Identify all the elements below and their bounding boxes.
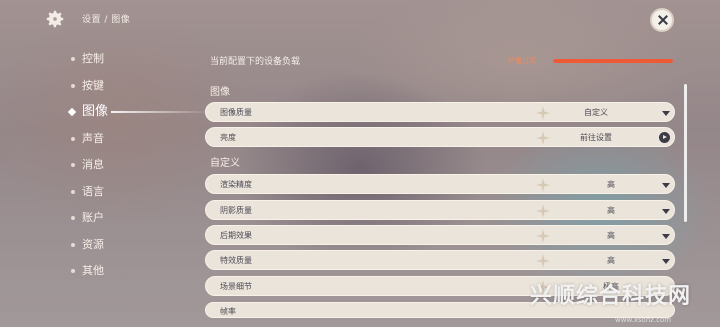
watermark-url: www.xsohz.com	[615, 316, 672, 324]
bullet-icon	[71, 83, 75, 88]
sidebar-item-resources[interactable]: 资源	[66, 232, 176, 259]
sidebar-item-label: 控制	[82, 52, 104, 65]
setting-label: 亮度	[220, 133, 236, 142]
setting-label: 图像质量	[220, 108, 252, 117]
diamond-icon	[67, 107, 77, 117]
setting-value: 高	[607, 256, 615, 265]
setting-value: 自定义	[584, 108, 608, 117]
sparkle-icon	[536, 229, 550, 243]
sidebar-nav: 控制 按键 图像 声音 消息 语言 账户 资源 其他	[66, 46, 211, 285]
sidebar-item-label: 资源	[82, 237, 104, 251]
section-graphics-heading: 图像	[210, 87, 230, 98]
sparkle-icon	[536, 178, 550, 192]
sparkle-icon	[536, 106, 550, 120]
sidebar-item-label: 声音	[82, 131, 104, 145]
sidebar-item-account[interactable]: 账户	[66, 205, 176, 232]
setting-label: 渲染精度	[220, 180, 252, 189]
gear-icon	[46, 10, 64, 28]
setting-value: 前往设置	[580, 133, 612, 142]
device-load-title: 当前配置下的设备负载	[210, 57, 301, 67]
sparkle-icon	[536, 204, 550, 218]
sidebar-item-label: 账户	[82, 211, 104, 224]
sidebar-item-graphics[interactable]: 图像	[66, 99, 211, 126]
sidebar-item-label: 图像	[82, 104, 109, 119]
sparkle-icon	[536, 131, 550, 145]
bullet-icon	[71, 269, 75, 273]
chevron-down-icon	[662, 111, 670, 116]
section-custom-heading: 自定义	[210, 158, 240, 169]
breadcrumb: 设置 / 图像	[82, 15, 131, 25]
device-load-status: 严重过高	[508, 57, 536, 65]
bullet-icon	[71, 136, 75, 141]
bullet-icon	[71, 242, 75, 247]
device-load-bar	[553, 59, 673, 63]
active-indicator	[111, 111, 211, 113]
bullet-icon	[71, 216, 75, 220]
chevron-down-icon	[662, 183, 670, 188]
sidebar-item-other[interactable]: 其他	[66, 258, 176, 285]
sidebar-item-language[interactable]: 语言	[66, 179, 176, 206]
setting-label: 帧率	[220, 307, 236, 316]
sidebar-item-label: 其他	[82, 264, 104, 277]
sidebar-item-keys[interactable]: 按键	[66, 73, 176, 100]
setting-label: 后期效果	[220, 231, 252, 240]
sidebar-item-controls[interactable]: 控制	[66, 46, 176, 73]
setting-label: 场景细节	[220, 282, 252, 291]
sidebar-item-label: 消息	[82, 158, 104, 171]
sparkle-icon	[536, 254, 550, 268]
device-load-fill	[553, 59, 673, 63]
setting-label: 阴影质量	[220, 206, 252, 215]
setting-row-image-quality[interactable]: 图像质量 自定义	[205, 102, 675, 122]
sidebar-item-messages[interactable]: 消息	[66, 152, 176, 179]
sidebar-item-label: 按键	[82, 78, 104, 92]
close-icon[interactable]	[650, 8, 674, 32]
top-bar: 设置 / 图像	[0, 0, 720, 36]
bullet-icon	[71, 189, 75, 194]
arrow-right-icon	[659, 132, 670, 143]
setting-value: 高	[607, 180, 615, 189]
setting-row-post-effects[interactable]: 后期效果 高	[205, 225, 675, 245]
sidebar-item-sound[interactable]: 声音	[66, 126, 176, 153]
sidebar-item-label: 语言	[82, 184, 104, 198]
setting-label: 特效质量	[220, 256, 252, 265]
chevron-down-icon	[662, 209, 670, 214]
bullet-icon	[71, 163, 75, 167]
chevron-down-icon	[662, 234, 670, 239]
setting-value: 高	[607, 206, 615, 215]
bullet-icon	[71, 57, 75, 61]
setting-row-brightness[interactable]: 亮度 前往设置	[205, 127, 675, 147]
setting-row-shadow-quality[interactable]: 阴影质量 高	[205, 200, 675, 220]
setting-value: 高	[607, 231, 615, 240]
chevron-down-icon	[662, 259, 670, 264]
setting-row-vfx-quality[interactable]: 特效质量 高	[205, 250, 675, 270]
watermark-title: 兴顺综合科技网	[530, 284, 692, 309]
setting-row-render-precision[interactable]: 渲染精度 高	[205, 174, 675, 194]
scrollbar[interactable]	[684, 84, 687, 222]
